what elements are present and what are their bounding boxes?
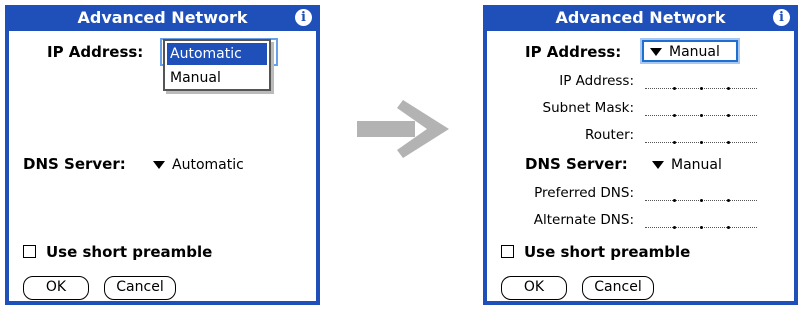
router-field[interactable] xyxy=(645,129,757,144)
dns-server-value: Manual xyxy=(671,157,722,173)
dns-server-value: Automatic xyxy=(172,157,244,173)
router-label: Router: xyxy=(584,127,634,143)
popup-option-automatic[interactable]: Automatic xyxy=(167,43,267,65)
alternate-dns-field[interactable] xyxy=(645,214,757,229)
popup-option-manual[interactable]: Manual xyxy=(167,67,267,89)
ip-address-popup[interactable]: Automatic Manual xyxy=(163,39,271,91)
cancel-button[interactable]: Cancel xyxy=(104,276,176,300)
triangle-down-icon xyxy=(650,48,662,56)
ok-button[interactable]: OK xyxy=(501,276,567,300)
preferred-dns-label: Preferred DNS: xyxy=(534,185,634,201)
alternate-dns-label: Alternate DNS: xyxy=(533,212,634,228)
ip-address-trigger[interactable]: Manual xyxy=(642,40,738,62)
ip-address-value: Manual xyxy=(669,44,720,60)
short-preamble-row[interactable]: Use short preamble xyxy=(501,243,690,261)
short-preamble-checkbox[interactable] xyxy=(23,245,36,258)
triangle-down-icon xyxy=(153,161,165,169)
subnet-mask-field[interactable] xyxy=(645,102,757,117)
ip-address-label: IP Address: xyxy=(525,43,622,61)
ip-address-label: IP Address: xyxy=(47,43,144,61)
title-text: Advanced Network xyxy=(555,8,726,27)
triangle-down-icon xyxy=(652,161,664,169)
title-bar: Advanced Network i xyxy=(5,5,320,31)
subnet-mask-label: Subnet Mask: xyxy=(542,100,634,116)
title-bar: Advanced Network i xyxy=(483,5,798,31)
short-preamble-label: Use short preamble xyxy=(46,243,213,261)
info-icon[interactable]: i xyxy=(295,9,312,26)
short-preamble-label: Use short preamble xyxy=(524,243,691,261)
ip-address-field-label: IP Address: xyxy=(559,73,634,89)
cancel-button[interactable]: Cancel xyxy=(582,276,654,300)
dns-server-trigger[interactable]: Automatic xyxy=(153,155,244,177)
right-arrow-icon xyxy=(357,100,449,158)
short-preamble-checkbox[interactable] xyxy=(501,245,514,258)
right-screen: Advanced Network i IP Address: Manual IP… xyxy=(483,5,798,305)
ip-address-field[interactable] xyxy=(645,75,757,90)
dns-server-label: DNS Server: xyxy=(525,155,628,173)
short-preamble-row[interactable]: Use short preamble xyxy=(23,243,212,261)
title-text: Advanced Network xyxy=(77,8,248,27)
ok-button[interactable]: OK xyxy=(23,276,89,300)
preferred-dns-field[interactable] xyxy=(645,187,757,202)
left-screen: Advanced Network i IP Address: Automatic… xyxy=(5,5,320,305)
dns-server-trigger[interactable]: Manual xyxy=(652,155,722,177)
dns-server-label: DNS Server: xyxy=(23,155,126,173)
info-icon[interactable]: i xyxy=(773,9,790,26)
